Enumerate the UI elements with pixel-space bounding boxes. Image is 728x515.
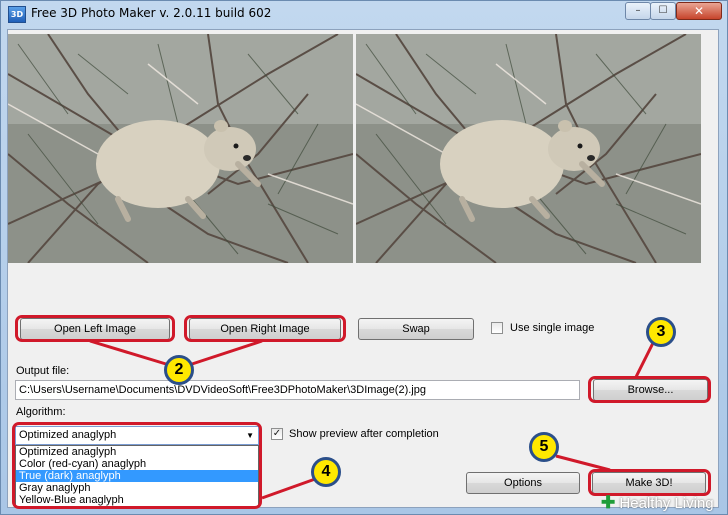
algorithm-option[interactable]: Color (red-cyan) anaglyph bbox=[16, 458, 258, 470]
right-image-preview bbox=[356, 34, 701, 263]
plus-icon: ✚ bbox=[601, 493, 616, 512]
make-3d-button[interactable]: Make 3D! bbox=[592, 472, 706, 494]
algorithm-label: Algorithm: bbox=[16, 406, 66, 418]
show-preview-checkbox[interactable]: ✓ bbox=[271, 428, 283, 440]
algorithm-option[interactable]: Yellow-Blue anaglyph bbox=[16, 494, 258, 506]
callout-5: 5 bbox=[529, 432, 559, 462]
output-file-input[interactable]: C:\Users\Username\Documents\DVDVideoSoft… bbox=[15, 380, 580, 400]
right-photo-graphic bbox=[356, 34, 701, 263]
algorithm-select[interactable]: Optimized anaglyph ▼ bbox=[15, 426, 259, 445]
chevron-down-icon: ▼ bbox=[246, 431, 254, 440]
algorithm-selected-value: Optimized anaglyph bbox=[19, 429, 117, 441]
left-image-preview bbox=[8, 34, 353, 263]
app-icon: 3D bbox=[8, 6, 26, 23]
close-button[interactable]: ✕ bbox=[676, 2, 722, 20]
open-right-image-button[interactable]: Open Right Image bbox=[189, 318, 341, 340]
callout-4: 4 bbox=[311, 457, 341, 487]
algorithm-dropdown-list: Optimized anaglyph Color (red-cyan) anag… bbox=[15, 445, 259, 507]
options-button[interactable]: Options bbox=[466, 472, 580, 494]
maximize-button[interactable]: ☐ bbox=[650, 2, 676, 20]
callout-2: 2 bbox=[164, 355, 194, 385]
window-title: Free 3D Photo Maker v. 2.0.11 build 602 bbox=[31, 6, 272, 20]
algorithm-option-highlighted[interactable]: True (dark) anaglyph bbox=[16, 470, 258, 482]
browse-button[interactable]: Browse... bbox=[593, 379, 708, 401]
swap-button[interactable]: Swap bbox=[358, 318, 474, 340]
watermark: ✚ Healthy Living bbox=[601, 493, 714, 513]
watermark-text: Healthy Living bbox=[619, 495, 714, 512]
show-preview-label: Show preview after completion bbox=[289, 428, 439, 440]
algorithm-option[interactable]: Optimized anaglyph bbox=[16, 446, 258, 458]
use-single-image-label: Use single image bbox=[510, 322, 595, 334]
output-file-label: Output file: bbox=[16, 365, 70, 377]
title-bar[interactable]: 3D Free 3D Photo Maker v. 2.0.11 build 6… bbox=[1, 1, 727, 27]
use-single-image-checkbox[interactable] bbox=[491, 322, 503, 334]
algorithm-option[interactable]: Gray anaglyph bbox=[16, 482, 258, 494]
callout-3: 3 bbox=[646, 317, 676, 347]
left-photo-graphic bbox=[8, 34, 353, 263]
open-left-image-button[interactable]: Open Left Image bbox=[20, 318, 170, 340]
minimize-button[interactable]: – bbox=[625, 2, 651, 20]
